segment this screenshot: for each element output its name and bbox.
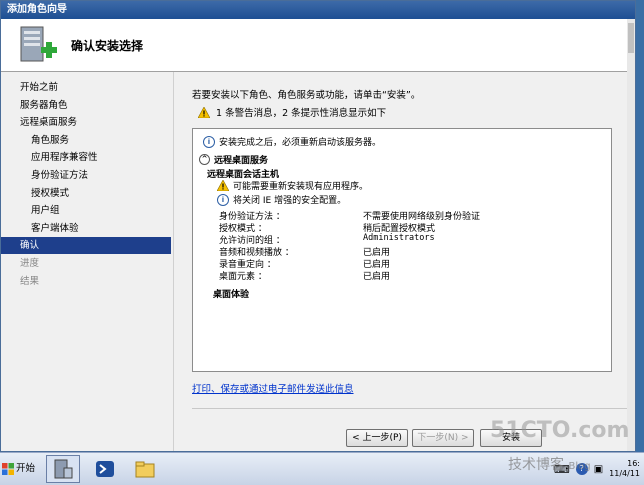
setting-value: Administrators bbox=[363, 233, 435, 243]
watermark-sub: 技术博客 Blog bbox=[508, 454, 591, 474]
section-header[interactable]: ^ 远程桌面服务 bbox=[199, 153, 268, 166]
wizard-step[interactable]: 服务器角色 bbox=[1, 97, 171, 114]
next-button[interactable]: 下一步(N) > bbox=[412, 429, 474, 447]
watermark-logo: 51CTO.com bbox=[490, 418, 630, 443]
info-row: i 将关闭 IE 增强的安全配置。 bbox=[217, 193, 346, 206]
watermark-sub-text: 技术博客 bbox=[508, 457, 564, 473]
window-scrollbar[interactable] bbox=[627, 19, 635, 451]
wizard-header: 确认安装选择 bbox=[1, 19, 635, 72]
wizard-step[interactable]: 客户端体验 bbox=[1, 220, 171, 237]
wizard-step[interactable]: 应用程序兼容性 bbox=[1, 149, 171, 166]
explorer-taskbar-button[interactable] bbox=[128, 455, 162, 483]
info-icon: i bbox=[217, 193, 229, 206]
start-label: 开始 bbox=[16, 463, 36, 474]
watermark-tag: Blog bbox=[568, 461, 591, 472]
server-add-icon bbox=[20, 26, 57, 62]
selection-details-panel[interactable]: i 安装完成之后，必须重新启动该服务器。 ^ 远程桌面服务 远程桌面会话主机 可… bbox=[192, 128, 612, 372]
restart-note: 安装完成之后，必须重新启动该服务器。 bbox=[219, 138, 382, 148]
powershell-taskbar-button[interactable] bbox=[88, 455, 122, 483]
wizard-step[interactable]: 开始之前 bbox=[1, 79, 171, 96]
warning-icon bbox=[217, 180, 229, 191]
main-content: 若要安装以下角色、角色服务或功能，请单击“安装”。 1 条警告消息，2 条提示性… bbox=[173, 72, 635, 451]
wizard-step[interactable]: 用户组 bbox=[1, 202, 171, 219]
add-roles-wizard-window: 添加角色向导 确认安装选择 开始之前 服务器角色 远程桌面服务 角色服务 应用程序兼容性… bbox=[0, 0, 636, 452]
page-title: 确认安装选择 bbox=[71, 39, 144, 53]
warning-row: 可能需要重新安装现有应用程序。 bbox=[217, 179, 368, 192]
start-button[interactable]: 开始 bbox=[2, 458, 40, 480]
server-manager-taskbar-button[interactable] bbox=[46, 455, 80, 483]
server-manager-icon bbox=[54, 459, 73, 479]
section-title: 远程桌面服务 bbox=[214, 156, 269, 166]
clock-date: 11/4/11 bbox=[609, 469, 640, 478]
message-summary: 1 条警告消息，2 条提示性消息显示如下 bbox=[198, 105, 386, 119]
setting-key: 桌面元素 ： bbox=[219, 272, 267, 282]
powershell-icon bbox=[96, 461, 114, 477]
folder-icon bbox=[135, 461, 155, 478]
wizard-steps-nav: 开始之前 服务器角色 远程桌面服务 角色服务 应用程序兼容性 身份验证方法 授权模式 用户组客… bbox=[1, 72, 173, 451]
wizard-step[interactable]: 确认 bbox=[1, 237, 171, 255]
desktop-experience-title: 桌面体验 bbox=[213, 290, 250, 300]
warning-icon bbox=[198, 106, 210, 118]
divider bbox=[192, 408, 628, 409]
wizard-step[interactable]: 远程桌面服务 bbox=[1, 114, 171, 131]
wizard-step[interactable]: 结果 bbox=[1, 273, 171, 290]
info-icon: i bbox=[203, 135, 215, 148]
summary-text: 1 条警告消息，2 条提示性消息显示如下 bbox=[216, 108, 387, 119]
setting-value: 已启用 bbox=[363, 272, 391, 282]
print-save-email-link[interactable]: 打印、保存或通过电子邮件发送此信息 bbox=[192, 381, 354, 395]
wizard-step[interactable]: 身份验证方法 bbox=[1, 167, 171, 184]
restart-note-row: i 安装完成之后，必须重新启动该服务器。 bbox=[203, 135, 381, 148]
network-icon[interactable]: ▣ bbox=[594, 464, 603, 475]
wizard-step[interactable]: 进度 bbox=[1, 255, 171, 272]
wizard-step[interactable]: 授权模式 bbox=[1, 185, 171, 202]
scrollbar-thumb[interactable] bbox=[628, 23, 634, 53]
windows-logo-icon bbox=[2, 463, 14, 475]
intro-text: 若要安装以下角色、角色服务或功能，请单击“安装”。 bbox=[192, 90, 421, 101]
collapse-icon[interactable]: ^ bbox=[199, 154, 210, 165]
window-title: 添加角色向导 bbox=[1, 1, 635, 19]
previous-button[interactable]: < 上一步(P) bbox=[346, 429, 408, 447]
clock[interactable]: 16: 11/4/11 bbox=[609, 459, 640, 479]
wizard-step[interactable]: 角色服务 bbox=[1, 132, 171, 149]
info-message: 将关闭 IE 增强的安全配置。 bbox=[233, 196, 347, 206]
warning-message: 可能需要重新安装现有应用程序。 bbox=[233, 182, 369, 192]
clock-time: 16: bbox=[627, 459, 640, 468]
